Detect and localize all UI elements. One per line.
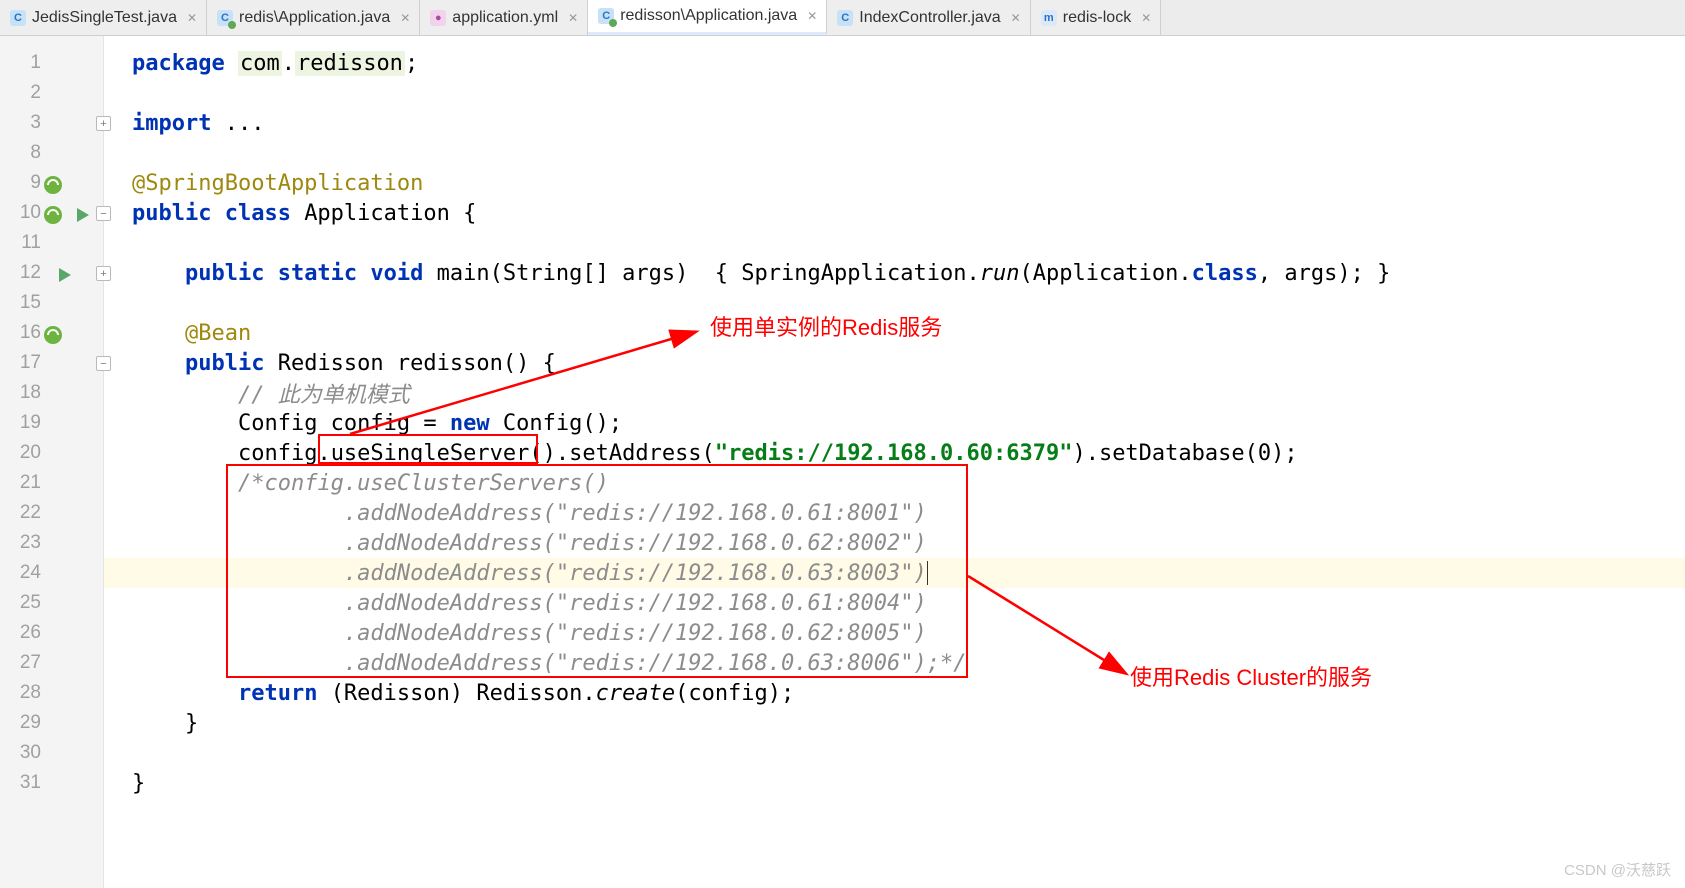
line-number: 31 [0, 768, 103, 798]
line-number: 27 [0, 648, 103, 678]
code-line[interactable]: Config config = new Config(); [104, 408, 1685, 438]
code-line[interactable]: .addNodeAddress("redis://192.168.0.62:80… [104, 528, 1685, 558]
code-line[interactable]: @SpringBootApplication [104, 168, 1685, 198]
line-number: 15 [0, 288, 103, 318]
code-line[interactable]: } [104, 708, 1685, 738]
tab-label: application.yml [452, 9, 558, 27]
tab-label: redisson\Application.java [620, 7, 797, 25]
code-editor[interactable]: 1 2 3 8 9 10 11 12 15 16 17 18 19 20 21 … [0, 36, 1685, 888]
java-class-icon: C [10, 10, 26, 26]
code-line[interactable]: public class Application { [104, 198, 1685, 228]
line-number: 19 [0, 408, 103, 438]
code-line[interactable]: .addNodeAddress("redis://192.168.0.62:80… [104, 618, 1685, 648]
tab-label: redis-lock [1063, 9, 1131, 27]
tab-label: IndexController.java [859, 9, 1000, 27]
line-number: 28 [0, 678, 103, 708]
tab-label: JedisSingleTest.java [32, 9, 177, 27]
editor-gutter: 1 2 3 8 9 10 11 12 15 16 17 18 19 20 21 … [0, 36, 104, 888]
close-icon[interactable]: ✕ [807, 9, 817, 23]
code-line[interactable]: config.useSingleServer().setAddress("red… [104, 438, 1685, 468]
line-number: 23 [0, 528, 103, 558]
code-line[interactable]: public static void main(String[] args) {… [104, 258, 1685, 288]
code-line[interactable]: // 此为单机模式 [104, 378, 1685, 408]
close-icon[interactable]: ✕ [400, 11, 410, 25]
tab-jedissingletest[interactable]: C JedisSingleTest.java ✕ [0, 0, 207, 35]
code-line[interactable]: import ... [104, 108, 1685, 138]
java-class-run-icon: C [217, 10, 233, 26]
maven-icon: m [1041, 10, 1057, 26]
line-number: 3 [0, 108, 103, 138]
spring-bean-icon[interactable] [42, 170, 64, 200]
editor-tabs-bar: C JedisSingleTest.java ✕ C redis\Applica… [0, 0, 1685, 36]
line-number: 22 [0, 498, 103, 528]
run-icon[interactable] [74, 200, 92, 230]
close-icon[interactable]: ✕ [1011, 11, 1021, 25]
code-line[interactable]: } [104, 768, 1685, 798]
spring-bean-icon[interactable] [42, 320, 64, 350]
spring-bean-icon[interactable] [42, 200, 64, 230]
line-number: 20 [0, 438, 103, 468]
tab-label: redis\Application.java [239, 9, 390, 27]
tab-redis-lock[interactable]: m redis-lock ✕ [1031, 0, 1162, 35]
java-class-run-icon: C [598, 8, 614, 24]
close-icon[interactable]: ✕ [187, 11, 197, 25]
code-line[interactable]: package com.redisson; [104, 48, 1685, 78]
tab-redisson-application[interactable]: C redisson\Application.java ✕ [588, 0, 827, 35]
close-icon[interactable]: ✕ [568, 11, 578, 25]
watermark: CSDN @沃慈跃 [1564, 859, 1671, 880]
run-icon[interactable] [56, 260, 74, 290]
code-line[interactable]: return (Redisson) Redisson.create(config… [104, 678, 1685, 708]
line-number: 26 [0, 618, 103, 648]
java-class-icon: C [837, 10, 853, 26]
line-number: 8 [0, 138, 103, 168]
line-number: 17 [0, 348, 103, 378]
line-number: 21 [0, 468, 103, 498]
line-number: 18 [0, 378, 103, 408]
code-line[interactable]: .addNodeAddress("redis://192.168.0.63:80… [104, 648, 1685, 678]
yml-file-icon: ● [430, 10, 446, 26]
close-icon[interactable]: ✕ [1141, 11, 1151, 25]
code-line[interactable]: /*config.useClusterServers() [104, 468, 1685, 498]
line-number: 29 [0, 708, 103, 738]
line-number: 24 [0, 558, 103, 588]
line-number: 2 [0, 78, 103, 108]
code-line[interactable]: @Bean [104, 318, 1685, 348]
line-number: 11 [0, 228, 103, 258]
line-number: 12 [0, 258, 103, 288]
tab-application-yml[interactable]: ● application.yml ✕ [420, 0, 588, 35]
code-line[interactable]: public Redisson redisson() { [104, 348, 1685, 378]
line-number: 25 [0, 588, 103, 618]
line-number: 30 [0, 738, 103, 768]
code-body[interactable]: package com.redisson; import ... @Spring… [104, 36, 1685, 888]
code-line[interactable]: .addNodeAddress("redis://192.168.0.61:80… [104, 588, 1685, 618]
tab-redis-application[interactable]: C redis\Application.java ✕ [207, 0, 420, 35]
tab-indexcontroller[interactable]: C IndexController.java ✕ [827, 0, 1030, 35]
line-number: 1 [0, 48, 103, 78]
code-line[interactable]: .addNodeAddress("redis://192.168.0.61:80… [104, 498, 1685, 528]
text-caret [927, 561, 928, 585]
code-line-current[interactable]: .addNodeAddress("redis://192.168.0.63:80… [104, 558, 1685, 588]
